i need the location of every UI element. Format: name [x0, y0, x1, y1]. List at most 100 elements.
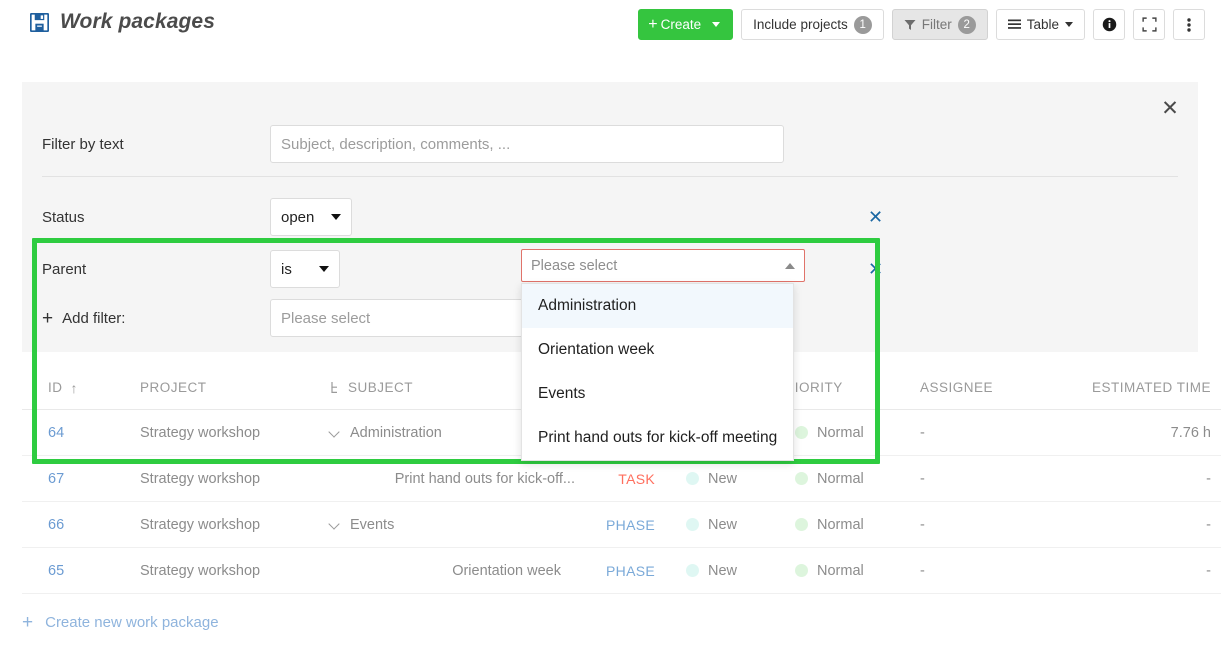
row-id-link[interactable]: 65 [48, 563, 64, 579]
row-subject-cell: Events [330, 517, 575, 533]
parent-value-dropdown-menu: Administration Orientation week Events P… [521, 283, 794, 461]
filter-parent-operator-select[interactable]: is [270, 250, 340, 288]
column-header-id[interactable]: ID ↑ [22, 380, 140, 395]
row-id-link[interactable]: 66 [48, 517, 64, 533]
parent-value-input[interactable]: Please select [521, 249, 805, 282]
column-header-id-label: ID [48, 380, 63, 395]
row-id-link[interactable]: 64 [48, 425, 64, 441]
row-subject-cell: Orientation week [330, 563, 575, 579]
chevron-down-icon [712, 22, 720, 27]
filter-button[interactable]: Filter 2 [892, 9, 988, 40]
filter-icon [904, 19, 916, 31]
page-title: Work packages [60, 10, 215, 34]
add-filter-label-wrap: + Add filter: [22, 309, 270, 328]
remove-parent-filter-button[interactable]: ✕ [868, 260, 883, 278]
add-filter-label: Add filter: [62, 310, 125, 327]
fullscreen-button[interactable] [1133, 9, 1165, 40]
row-project: Strategy workshop [140, 517, 330, 533]
add-filter-placeholder: Please select [281, 310, 370, 327]
fullscreen-icon [1142, 17, 1157, 32]
status-dot-icon [686, 564, 699, 577]
row-id-link[interactable]: 67 [48, 471, 64, 487]
create-button[interactable]: + Create [638, 9, 733, 40]
row-status-cell: New [655, 517, 775, 533]
row-subject: Events [350, 517, 394, 533]
row-status: New [708, 563, 737, 579]
include-projects-count: 1 [854, 16, 872, 34]
row-priority-cell: Normal [775, 471, 898, 487]
row-estimated-time: - [1051, 471, 1219, 487]
priority-dot-icon [795, 518, 808, 531]
chevron-down-icon [1065, 22, 1073, 27]
row-assignee: - [898, 517, 1051, 533]
filter-parent-label: Parent [22, 261, 270, 278]
table-icon [1008, 19, 1021, 30]
filter-status-operator-select[interactable]: open [270, 198, 352, 236]
dropdown-option[interactable]: Orientation week [522, 328, 793, 372]
row-estimated-time: 7.76 h [1051, 425, 1219, 441]
filter-text-placeholder: Subject, description, comments, ... [281, 136, 510, 153]
dropdown-option[interactable]: Events [522, 372, 793, 416]
status-dot-icon [686, 518, 699, 531]
row-priority-cell: Normal [775, 517, 898, 533]
row-estimated-time: - [1051, 517, 1219, 533]
column-header-subject-label: SUBJECT [348, 380, 413, 395]
include-projects-button[interactable]: Include projects 1 [741, 9, 884, 40]
row-subject: Print hand outs for kick-off... [395, 471, 575, 487]
row-assignee: - [898, 563, 1051, 579]
close-filter-panel-button[interactable]: ✕ [1156, 94, 1184, 122]
row-priority: Normal [817, 471, 864, 487]
table-row[interactable]: 65 Strategy workshop Orientation week PH… [22, 548, 1221, 594]
more-menu-button[interactable] [1173, 9, 1205, 40]
chevron-down-icon [331, 214, 341, 220]
row-assignee: - [898, 425, 1051, 441]
priority-dot-icon [795, 472, 808, 485]
row-status-cell: New [655, 471, 775, 487]
column-header-project[interactable]: PROJECT [140, 380, 330, 395]
collapse-chevron-icon[interactable] [330, 519, 341, 530]
collapse-chevron-icon[interactable] [330, 427, 341, 438]
info-button[interactable] [1093, 9, 1125, 40]
row-status: New [708, 471, 737, 487]
toolbar: Work packages + Create Include projects … [0, 0, 1221, 56]
app-root: Work packages + Create Include projects … [0, 0, 1221, 649]
dropdown-option[interactable]: Print hand outs for kick-off meeting [522, 416, 793, 460]
row-project: Strategy workshop [140, 425, 330, 441]
filter-status-label: Status [22, 209, 270, 226]
filter-button-label: Filter [922, 17, 952, 32]
table-row[interactable]: 66 Strategy workshop Events PHASE New No… [22, 502, 1221, 548]
row-subject-cell: Print hand outs for kick-off... [330, 471, 575, 487]
row-status: New [708, 517, 737, 533]
row-priority: Normal [817, 517, 864, 533]
toolbar-actions: + Create Include projects 1 Filter 2 [638, 9, 1205, 40]
sort-ascending-icon: ↑ [71, 381, 79, 395]
filter-text-label: Filter by text [22, 136, 270, 153]
table-view-label: Table [1027, 17, 1059, 32]
column-header-assignee[interactable]: ASSIGNEE [898, 380, 1051, 395]
row-type: TASK [575, 471, 655, 487]
filter-text-input[interactable]: Subject, description, comments, ... [270, 125, 784, 163]
row-priority: Normal [817, 425, 864, 441]
kebab-menu-icon [1187, 17, 1191, 33]
parent-value-autocompleter: Please select Administration Orientation… [521, 249, 805, 461]
remove-status-filter-button[interactable]: ✕ [868, 208, 883, 226]
column-header-estimated-time[interactable]: ESTIMATED TIME [1051, 380, 1219, 395]
create-new-work-package-button[interactable]: + Create new work package [22, 613, 219, 632]
filter-row-text: Filter by text Subject, description, com… [22, 122, 1198, 166]
row-priority: Normal [817, 563, 864, 579]
row-subject: Administration [350, 425, 442, 441]
table-view-button[interactable]: Table [996, 9, 1085, 40]
filter-count: 2 [958, 16, 976, 34]
status-dot-icon [686, 472, 699, 485]
dropdown-option[interactable]: Administration [522, 284, 793, 328]
chevron-up-icon[interactable] [785, 263, 795, 269]
page-title-wrap: Work packages [30, 10, 215, 34]
hierarchy-icon [330, 382, 341, 394]
plus-icon: + [22, 613, 33, 632]
row-project: Strategy workshop [140, 471, 330, 487]
info-icon [1102, 17, 1117, 32]
row-project: Strategy workshop [140, 563, 330, 579]
table-row[interactable]: 67 Strategy workshop Print hand outs for… [22, 456, 1221, 502]
row-status-cell: New [655, 563, 775, 579]
row-type: PHASE [575, 563, 655, 579]
